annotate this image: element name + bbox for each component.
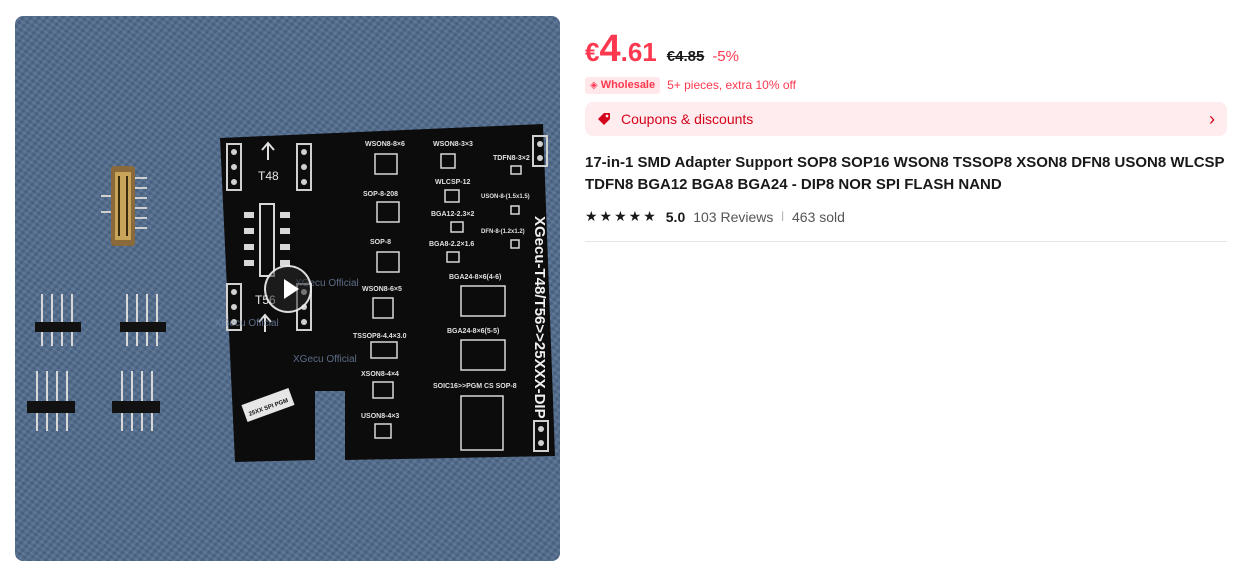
price-currency: €	[585, 37, 600, 67]
svg-text:XGecu Official: XGecu Official	[293, 354, 357, 365]
svg-text:BGA12-2.3×2: BGA12-2.3×2	[431, 211, 474, 218]
chevron-right-icon: ›	[1209, 108, 1215, 129]
svg-text:XSON8-4×4: XSON8-4×4	[361, 371, 399, 378]
svg-text:WLCSP-12: WLCSP-12	[435, 179, 471, 186]
svg-text:USON8-4×3: USON8-4×3	[361, 413, 399, 420]
discount-percent: -5%	[712, 48, 739, 65]
original-price: €4.85	[666, 48, 705, 65]
price-decimal: .61	[620, 37, 657, 67]
play-video-button[interactable]	[264, 265, 312, 313]
wholesale-badge-label: Wholesale	[600, 79, 656, 91]
rating-score: 5.0	[665, 208, 686, 225]
price-row: € 4 .61 €4.85 -5%	[585, 30, 1227, 74]
pin-header-2	[120, 294, 166, 346]
wholesale-badge: ◈ Wholesale	[585, 76, 661, 94]
wholesale-text: 5+ pieces, extra 10% off	[667, 78, 796, 92]
svg-text:WSON8-6×5: WSON8-6×5	[362, 286, 402, 293]
rating-row: ★★★★★ 5.0 103 Reviews | 463 sold	[585, 208, 1227, 225]
pin-header-1	[35, 294, 81, 346]
coupons-discounts-bar[interactable]: Coupons & discounts ›	[585, 102, 1227, 136]
divider	[585, 241, 1227, 242]
coupon-tag-icon	[598, 113, 610, 125]
pin-header-4	[112, 371, 160, 431]
svg-text:USON-8-(1.5x1.5): USON-8-(1.5x1.5)	[481, 194, 530, 200]
reviews-link[interactable]: 103 Reviews	[693, 209, 773, 225]
pin-header-3	[27, 371, 75, 431]
separator: |	[781, 211, 784, 222]
svg-text:BGA24-8×6(5-5): BGA24-8×6(5-5)	[447, 328, 499, 335]
svg-text:SOIC16>>PGM CS SOP-8: SOIC16>>PGM CS SOP-8	[433, 383, 517, 390]
sold-count: 463 sold	[792, 208, 845, 225]
product-image-gallery[interactable]: T48 T56 XGecu-T48/T56>>25XXX-DIP WSON8-8…	[15, 16, 560, 561]
svg-text:TSSOP8-4.4×3.0: TSSOP8-4.4×3.0	[353, 333, 407, 340]
price-integer: 4	[599, 28, 621, 70]
tag-icon: ◈	[590, 79, 598, 91]
svg-text:SOP-8: SOP-8	[370, 239, 391, 246]
product-title: 17-in-1 SMD Adapter Support SOP8 SOP16 W…	[585, 154, 1225, 193]
star-rating-icon: ★★★★★	[585, 208, 658, 224]
svg-text:TDFN8-3×2: TDFN8-3×2	[493, 155, 530, 162]
slide-switch-component	[101, 166, 147, 246]
play-icon	[284, 279, 299, 299]
svg-text:DFN-8-(1.2x1.2): DFN-8-(1.2x1.2)	[481, 229, 525, 235]
svg-text:WSON8-8×6: WSON8-8×6	[365, 141, 405, 148]
svg-text:WSON8-3×3: WSON8-3×3	[433, 141, 473, 148]
svg-text:XGecu-T48/T56>>25XXX-DIP: XGecu-T48/T56>>25XXX-DIP	[531, 216, 548, 419]
wholesale-row: ◈ Wholesale 5+ pieces, extra 10% off	[585, 76, 1227, 94]
svg-text:T48: T48	[258, 169, 279, 183]
svg-text:BGA24-8×6(4-6): BGA24-8×6(4-6)	[449, 274, 501, 281]
svg-text:SOP-8-208: SOP-8-208	[363, 191, 398, 198]
coupons-label: Coupons & discounts	[621, 111, 754, 127]
product-info-panel: € 4 .61 €4.85 -5% ◈ Wholesale 5+ pieces,…	[585, 30, 1227, 242]
svg-text:XGecu Official: XGecu Official	[215, 318, 279, 329]
svg-text:BGA8-2.2×1.6: BGA8-2.2×1.6	[429, 241, 474, 248]
